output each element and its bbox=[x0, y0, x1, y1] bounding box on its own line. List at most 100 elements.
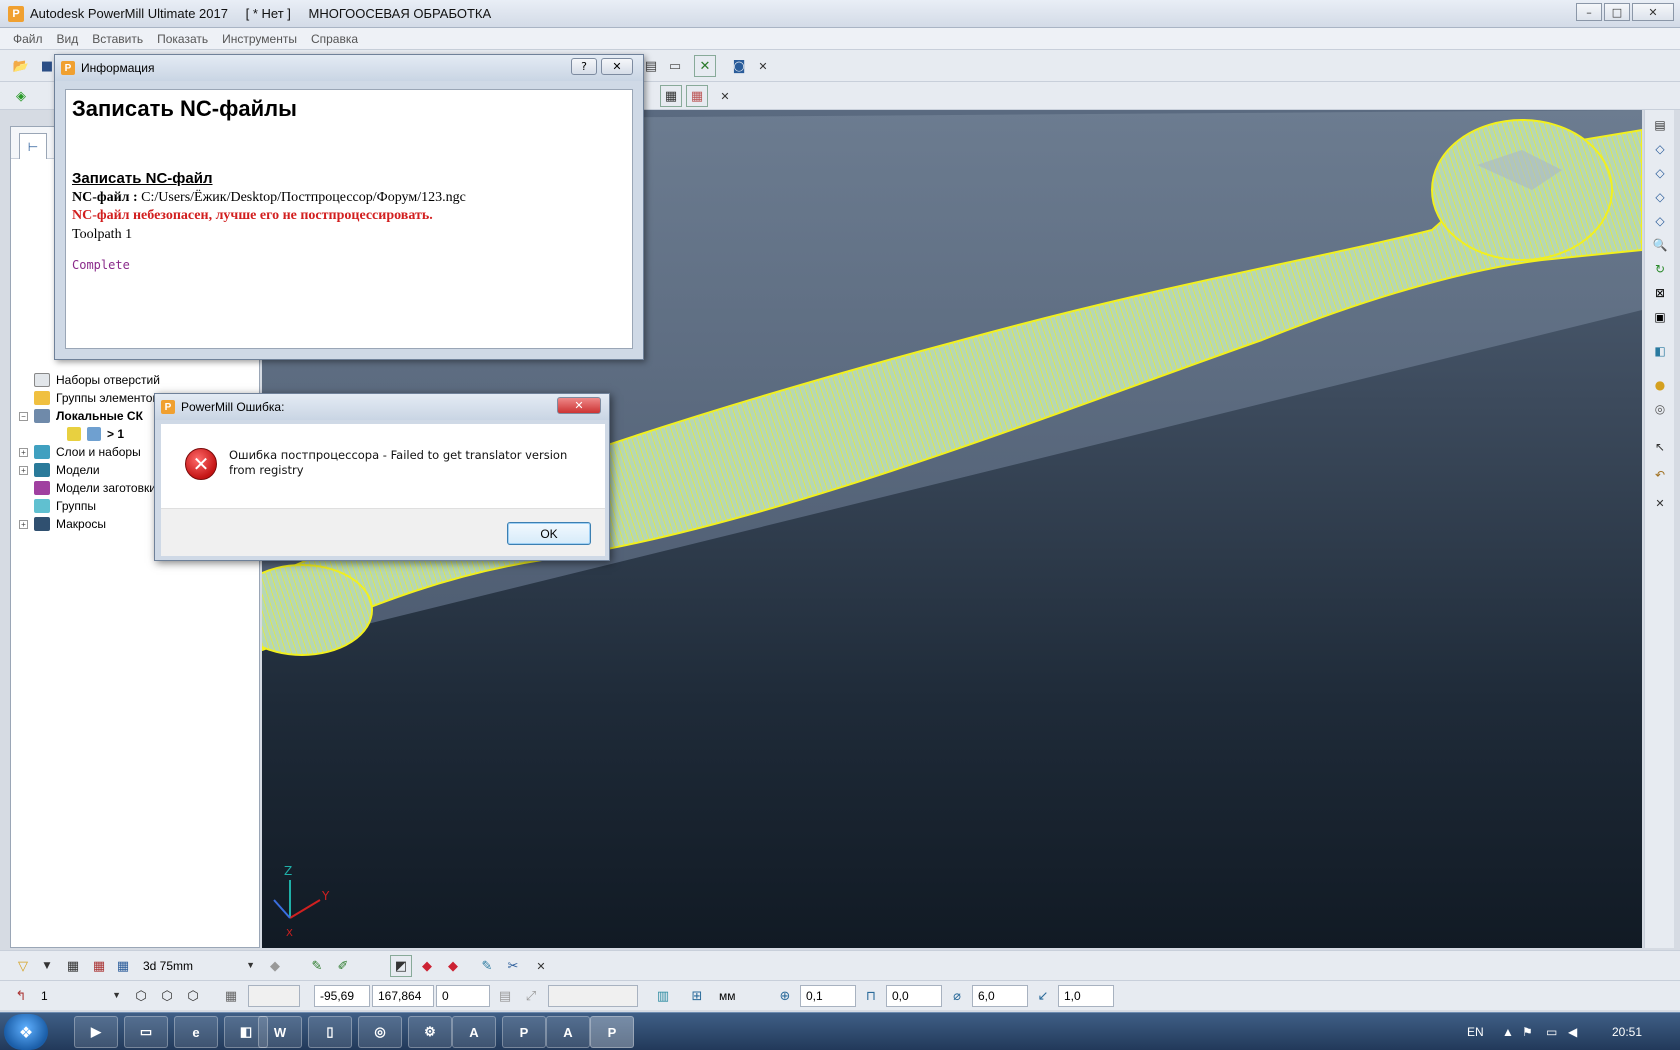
error-dialog-titlebar[interactable]: P PowerMill Ошибка: ✕ bbox=[155, 394, 609, 420]
taskbar-app-3[interactable]: ◎ bbox=[358, 1016, 402, 1048]
shaded-model-icon[interactable]: ◧ bbox=[1649, 340, 1671, 362]
menu-help[interactable]: Справка bbox=[304, 32, 365, 46]
minimize-button[interactable]: – bbox=[1576, 3, 1602, 21]
stepover-icon[interactable]: ↙ bbox=[1032, 985, 1054, 1007]
grid-field[interactable] bbox=[248, 985, 300, 1007]
tool-view-icon[interactable]: ◩ bbox=[390, 955, 412, 977]
tool-measure-icon[interactable]: ✐ bbox=[332, 955, 354, 977]
coord-x-field[interactable]: -95,69 bbox=[314, 985, 370, 1007]
close-tool-toolbar-icon[interactable]: ✕ bbox=[530, 955, 552, 977]
tree-item-hole-sets[interactable]: Наборы отверстий bbox=[19, 371, 160, 389]
thickness-field[interactable]: 0,0 bbox=[886, 985, 942, 1007]
zoom-icon[interactable]: 🔍 bbox=[1649, 234, 1671, 256]
zoom-box-icon[interactable]: ▣ bbox=[1649, 306, 1671, 328]
tool-grid3-icon[interactable]: ▦ bbox=[112, 955, 134, 977]
view-iso2-icon[interactable]: ◇ bbox=[1649, 162, 1671, 184]
link-icon[interactable]: ⤢ bbox=[520, 985, 542, 1007]
maximize-button[interactable]: □ bbox=[1604, 3, 1630, 21]
zoom-fit-icon[interactable]: ⊠ bbox=[1649, 282, 1671, 304]
tolerance-field[interactable]: 0,1 bbox=[800, 985, 856, 1007]
layers-icon[interactable]: ◈ bbox=[10, 85, 32, 107]
tree-item-workplane-1[interactable]: > 1 bbox=[67, 425, 124, 443]
workplane-combo[interactable]: 1 ▼ bbox=[36, 985, 124, 1007]
scissors-icon[interactable]: ✂ bbox=[502, 955, 524, 977]
taskbar-ie[interactable]: e bbox=[174, 1016, 218, 1048]
taskbar-media-player[interactable]: ▶ bbox=[74, 1016, 118, 1048]
measure-icon[interactable]: ▭ bbox=[664, 55, 686, 77]
binoculars-icon[interactable]: ◙ bbox=[728, 55, 750, 77]
tree-item-workplanes[interactable]: − Локальные СК bbox=[19, 407, 143, 425]
volume-icon[interactable]: ◀ bbox=[1568, 1025, 1577, 1039]
view-top-icon[interactable]: ▤ bbox=[1649, 114, 1671, 136]
view-iso4-icon[interactable]: ◇ bbox=[1649, 210, 1671, 232]
tool-collision-icon[interactable]: ◆ bbox=[416, 955, 438, 977]
menu-view[interactable]: Вид bbox=[50, 32, 86, 46]
collapse-icon[interactable]: − bbox=[19, 411, 28, 421]
tree-item-levels[interactable]: + Слои и наборы bbox=[19, 443, 141, 461]
workplane-cube2-icon[interactable]: ⬡ bbox=[156, 985, 178, 1007]
info-close-button[interactable]: ✕ bbox=[601, 58, 633, 75]
toolpath-toggle-icon[interactable]: ▦ bbox=[660, 85, 682, 107]
diameter-icon[interactable]: ⌀ bbox=[946, 985, 968, 1007]
tool-holder-icon[interactable]: ◆ bbox=[264, 955, 286, 977]
expand-icon[interactable]: + bbox=[19, 447, 28, 457]
tree-item-feature-groups[interactable]: Группы элементов bbox=[19, 389, 159, 407]
menu-insert[interactable]: Вставить bbox=[85, 32, 150, 46]
workplane-cube1-icon[interactable]: ⬡ bbox=[130, 985, 152, 1007]
globe-icon[interactable]: ◎ bbox=[1649, 398, 1671, 420]
snap-icon[interactable]: ▤ bbox=[494, 985, 516, 1007]
menu-display[interactable]: Показать bbox=[150, 32, 215, 46]
input-field[interactable] bbox=[548, 985, 638, 1007]
explorer-tree-tab-icon[interactable]: ⊢ bbox=[19, 133, 47, 159]
refresh-view-icon[interactable]: ↻ bbox=[1649, 258, 1671, 280]
units-icon[interactable]: ⊞ bbox=[686, 985, 708, 1007]
tree-item-groups[interactable]: Группы bbox=[19, 497, 96, 515]
thickness-icon[interactable]: ⊓ bbox=[860, 985, 882, 1007]
info-dialog-titlebar[interactable]: P Информация ? ✕ bbox=[55, 55, 643, 81]
tool-dropdown-icon[interactable]: ▼ bbox=[36, 955, 58, 977]
diameter-field[interactable]: 6,0 bbox=[972, 985, 1028, 1007]
taskbar-word[interactable]: W bbox=[258, 1016, 302, 1048]
taskbar-powermill-1[interactable]: P bbox=[502, 1016, 546, 1048]
toolpath-edit-icon[interactable]: ▦ bbox=[686, 85, 708, 107]
tool-combo[interactable]: 3d 75mm ▼ bbox=[138, 955, 258, 977]
grid-icon[interactable]: ▦ bbox=[220, 985, 242, 1007]
tree-item-stock-models[interactable]: Модели заготовки bbox=[19, 479, 156, 497]
close-toolbar2-icon[interactable]: ✕ bbox=[714, 85, 736, 107]
tool-edit-icon[interactable]: ✎ bbox=[306, 955, 328, 977]
close-toolbar-icon[interactable]: ✕ bbox=[752, 55, 774, 77]
view-iso1-icon[interactable]: ◇ bbox=[1649, 138, 1671, 160]
start-button[interactable]: ❖ bbox=[4, 1014, 48, 1050]
close-right-toolbar-icon[interactable]: ✕ bbox=[1649, 492, 1671, 514]
undo-select-icon[interactable]: ↶ bbox=[1649, 464, 1671, 486]
select-cursor-icon[interactable]: ↖ bbox=[1649, 436, 1671, 458]
tolerance-icon[interactable]: ⊕ bbox=[774, 985, 796, 1007]
taskbar-explorer[interactable]: ▭ bbox=[124, 1016, 168, 1048]
taskbar-app-2[interactable]: ▯ bbox=[308, 1016, 352, 1048]
ok-button[interactable]: OK bbox=[507, 522, 591, 545]
tree-item-models[interactable]: + Модели bbox=[19, 461, 100, 479]
coord-y-field[interactable]: 167,864 bbox=[372, 985, 434, 1007]
taskbar-steam[interactable]: ⚙ bbox=[408, 1016, 452, 1048]
workplane-cube3-icon[interactable]: ⬡ bbox=[182, 985, 204, 1007]
network-icon[interactable]: ▭ bbox=[1546, 1025, 1557, 1039]
pen-icon[interactable]: ✎ bbox=[476, 955, 498, 977]
open-folder-icon[interactable]: 📂 bbox=[10, 55, 32, 77]
view-iso3-icon[interactable]: ◇ bbox=[1649, 186, 1671, 208]
material-icon[interactable]: ● bbox=[1649, 374, 1671, 396]
stepover-field[interactable]: 1,0 bbox=[1058, 985, 1114, 1007]
coord-z-field[interactable]: 0 bbox=[436, 985, 490, 1007]
taskbar-app-4[interactable]: A bbox=[452, 1016, 496, 1048]
fit-view-icon[interactable]: ✕ bbox=[694, 55, 716, 77]
powermill-app-icon[interactable]: P bbox=[8, 5, 24, 22]
language-indicator[interactable]: EN bbox=[1467, 1025, 1484, 1039]
workplane-status-icon[interactable]: ↰ bbox=[10, 985, 32, 1007]
taskbar-powermill-2[interactable]: P bbox=[590, 1016, 634, 1048]
menu-file[interactable]: Файл bbox=[6, 32, 50, 46]
tool-grid1-icon[interactable]: ▦ bbox=[62, 955, 84, 977]
expand-icon[interactable]: + bbox=[19, 465, 28, 475]
tool-grid2-icon[interactable]: ▦ bbox=[88, 955, 110, 977]
menu-tools[interactable]: Инструменты bbox=[215, 32, 304, 46]
clock[interactable]: 20:51 bbox=[1612, 1025, 1642, 1039]
help-button[interactable]: ? bbox=[571, 58, 597, 75]
